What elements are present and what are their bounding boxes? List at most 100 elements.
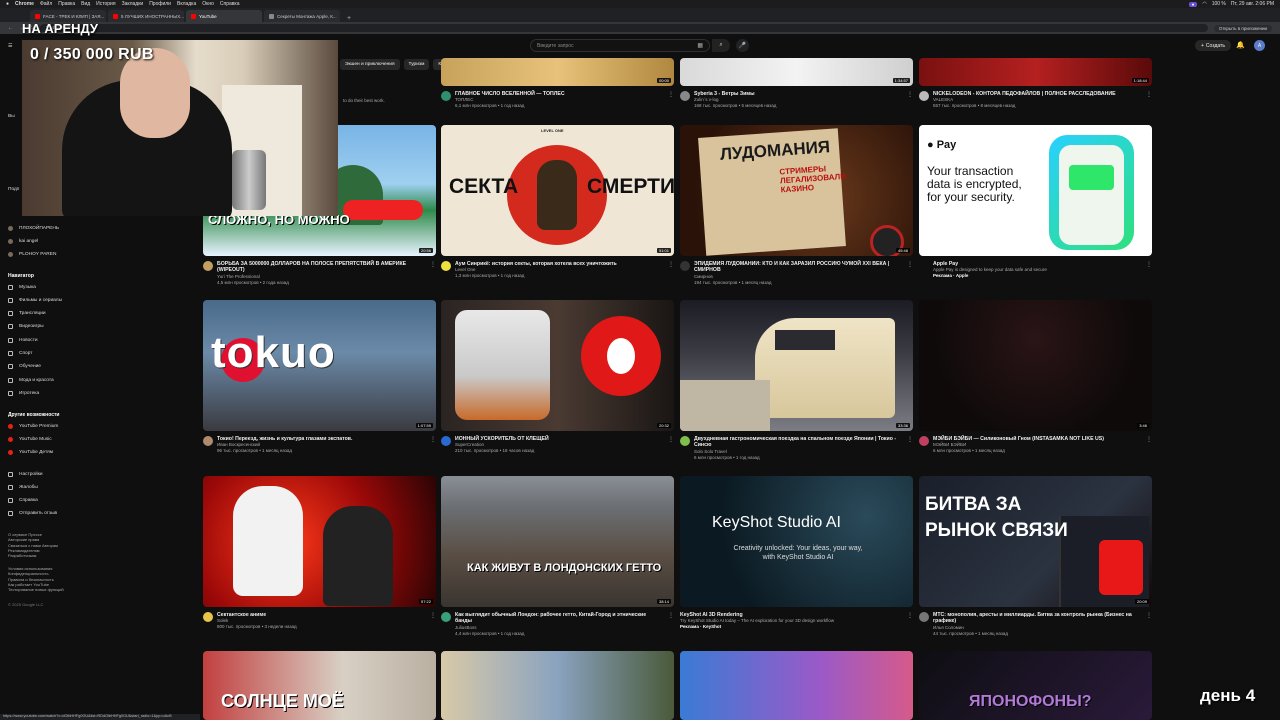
chip[interactable]: Туризм bbox=[403, 59, 430, 70]
apple-icon[interactable]: ● bbox=[6, 1, 9, 7]
menubar-item[interactable]: Правка bbox=[58, 1, 75, 7]
sidebar-item-movies[interactable]: Фильмы и сериалы bbox=[8, 298, 62, 303]
new-tab-button[interactable]: + bbox=[342, 15, 356, 22]
menubar-clock[interactable]: Пт, 29 авг. 2:06 PM bbox=[1231, 1, 1274, 7]
sidebar-item-reports[interactable]: Жалобы bbox=[8, 485, 38, 490]
more-options-icon[interactable]: ⋮ bbox=[1146, 612, 1152, 619]
menubar-item[interactable]: Окно bbox=[202, 1, 214, 7]
video-card[interactable]: СОЛНЦЕ МОЁ bbox=[203, 651, 436, 720]
video-card[interactable]: КАК ЖИВУТ В ЛОНДОНСКИХ ГЕТТО 38:14 Как в… bbox=[441, 476, 674, 637]
more-options-icon[interactable]: ⋮ bbox=[907, 91, 913, 98]
sidebar-item-kids[interactable]: YouTube Детям bbox=[8, 450, 53, 455]
ad-thumbnail[interactable]: ● Pay Your transaction data is encrypted… bbox=[919, 125, 1152, 256]
ad-card[interactable]: KeyShot Studio AI Creativity unlocked: Y… bbox=[680, 476, 913, 630]
video-thumbnail[interactable]: СЕКТА СМЕРТИ LEVEL ONE 51:01 bbox=[441, 125, 674, 256]
video-title[interactable]: Как выглядит обычный Лондон: рабочее гет… bbox=[455, 612, 674, 625]
chip[interactable]: Экшен и приключения bbox=[340, 59, 400, 70]
channel-avatar[interactable] bbox=[203, 436, 213, 446]
search-button[interactable]: ⌕ bbox=[712, 39, 730, 52]
video-card[interactable]: ЛУДОМАНИЯ СТРИМЕРЫ ЛЕГАЛИЗОВАЛИ КАЗИНО 4… bbox=[680, 125, 913, 286]
channel-avatar[interactable] bbox=[441, 261, 451, 271]
video-thumbnail[interactable]: 1:34:57 bbox=[680, 58, 913, 86]
menubar-item[interactable]: Закладки bbox=[122, 1, 144, 7]
record-indicator-icon[interactable]: ● bbox=[1188, 1, 1198, 7]
more-options-icon[interactable]: ⋮ bbox=[430, 261, 436, 268]
sidebar-sub-item[interactable]: kai angel bbox=[8, 239, 38, 244]
channel-avatar[interactable] bbox=[203, 612, 213, 622]
wifi-icon[interactable]: ◠ bbox=[1202, 1, 1206, 7]
channel-avatar[interactable] bbox=[919, 91, 929, 101]
menubar-item[interactable]: Вкладка bbox=[177, 1, 196, 7]
menubar-item[interactable]: Файл bbox=[40, 1, 52, 7]
video-thumbnail[interactable]: ЛУДОМАНИЯ СТРИМЕРЫ ЛЕГАЛИЗОВАЛИ КАЗИНО 4… bbox=[680, 125, 913, 256]
sidebar-item-fashion[interactable]: Мода и красота bbox=[8, 378, 54, 383]
sidebar-sub-item[interactable]: PLOHOY PAREN bbox=[8, 252, 56, 257]
sidebar-item-music[interactable]: Музыка bbox=[8, 285, 36, 290]
keyboard-icon[interactable]: ▦ bbox=[697, 42, 703, 49]
video-thumbnail[interactable] bbox=[680, 651, 913, 720]
sidebar-item-settings[interactable]: Настройки bbox=[8, 472, 43, 477]
video-card[interactable] bbox=[680, 651, 913, 720]
channel-avatar[interactable] bbox=[680, 261, 690, 271]
video-thumbnail[interactable]: БИТВА ЗА РЫНОК СВЯЗИ 20:09 bbox=[919, 476, 1152, 607]
video-thumbnail[interactable]: tokuo 1:07:59 bbox=[203, 300, 436, 431]
ad-card[interactable]: ● Pay Your transaction data is encrypted… bbox=[919, 125, 1152, 279]
create-button[interactable]: + Создать bbox=[1195, 40, 1231, 51]
more-options-icon[interactable]: ⋮ bbox=[668, 436, 674, 443]
sidebar-item-gaming[interactable]: Видеоигры bbox=[8, 324, 44, 329]
video-thumbnail[interactable] bbox=[441, 651, 674, 720]
menubar-item[interactable]: Справка bbox=[220, 1, 240, 7]
browser-tab[interactable]: Секреты Монтажа Apple, К... bbox=[264, 10, 340, 22]
more-options-icon[interactable]: ⋮ bbox=[430, 612, 436, 619]
back-icon[interactable]: ← bbox=[8, 25, 13, 31]
video-thumbnail[interactable]: 20:32 bbox=[441, 300, 674, 431]
more-options-icon[interactable]: ⋮ bbox=[907, 261, 913, 268]
channel-avatar[interactable] bbox=[680, 436, 690, 446]
search-input[interactable]: Введите запрос ▦ bbox=[530, 39, 710, 52]
video-card[interactable]: 3:46 МЭЙБИ БЭЙБИ — Силиконовый Гном (INS… bbox=[919, 300, 1152, 454]
voice-search-button[interactable]: 🎤 bbox=[736, 39, 749, 52]
sidebar-item-help[interactable]: Справка bbox=[8, 498, 38, 503]
battery-label[interactable]: 100 % bbox=[1212, 1, 1226, 7]
channel-avatar[interactable] bbox=[441, 612, 451, 622]
video-card[interactable]: 1:18:44 NICKELODEON - КОНТОРА ПЕДОФАЙЛОВ… bbox=[919, 58, 1152, 109]
ad-thumbnail[interactable]: KeyShot Studio AI Creativity unlocked: Y… bbox=[680, 476, 913, 607]
notifications-bell-icon[interactable]: 🔔 bbox=[1236, 41, 1245, 49]
video-card[interactable]: tokuo 1:07:59 Токио! Переезд, жизнь и ку… bbox=[203, 300, 436, 454]
more-options-icon[interactable]: ⋮ bbox=[907, 436, 913, 443]
menubar-item[interactable]: История bbox=[96, 1, 115, 7]
more-options-icon[interactable]: ⋮ bbox=[1146, 436, 1152, 443]
url-field[interactable]: youtube.com bbox=[40, 24, 1208, 32]
open-in-app-button[interactable]: Открыть в приложении bbox=[1213, 24, 1272, 32]
sidebar-item-feedback[interactable]: Отправить отзыв bbox=[8, 511, 57, 516]
more-options-icon[interactable]: ⋮ bbox=[907, 612, 913, 619]
sidebar-item-music-app[interactable]: YouTube Music bbox=[8, 437, 52, 442]
sidebar-item-live[interactable]: Трансляции bbox=[8, 311, 46, 316]
video-title[interactable]: Двухдневная гастрономическая поездка на … bbox=[694, 436, 913, 449]
menubar-item[interactable]: Профили bbox=[149, 1, 171, 7]
browser-tab[interactable]: 5 ЛУЧШИХ ИНОСТРАННЫХ... bbox=[108, 10, 184, 22]
video-title[interactable]: МТС: монополия, аресты и миллиарды. Битв… bbox=[933, 612, 1152, 625]
menubar-item[interactable]: Вид bbox=[81, 1, 90, 7]
video-card[interactable]: ЯПОНОФОНЫ? bbox=[919, 651, 1152, 720]
sidebar-item-playables[interactable]: Игротека bbox=[8, 391, 39, 396]
video-thumbnail[interactable]: 3:46 bbox=[919, 300, 1152, 431]
channel-avatar[interactable] bbox=[919, 612, 929, 622]
footer-link[interactable]: Тестирование новых функций bbox=[8, 587, 78, 592]
sidebar-sub-item[interactable]: ПЛОХОЙПАРЕНЬ bbox=[8, 226, 59, 231]
more-options-icon[interactable]: ⋮ bbox=[668, 612, 674, 619]
sidebar-item-news[interactable]: Новости bbox=[8, 338, 38, 343]
video-card[interactable]: БИТВА ЗА РЫНОК СВЯЗИ 20:09 МТС: монополи… bbox=[919, 476, 1152, 637]
video-card[interactable]: 33:36 Двухдневная гастрономическая поезд… bbox=[680, 300, 913, 461]
video-card[interactable]: 20:32 ИОННЫЙ УСКОРИТЕЛЬ ОТ КЛЕЩЕЙ SuperC… bbox=[441, 300, 674, 454]
video-thumbnail[interactable]: 00:00 bbox=[441, 58, 674, 86]
channel-avatar[interactable] bbox=[919, 436, 929, 446]
more-options-icon[interactable]: ⋮ bbox=[430, 436, 436, 443]
video-thumbnail[interactable]: 1:18:44 bbox=[919, 58, 1152, 86]
video-title[interactable]: БОРЬБА ЗА 5000000 ДОЛЛАРОВ НА ПОЛОСЕ ПРЕ… bbox=[217, 261, 436, 274]
video-thumbnail[interactable]: 57:22 bbox=[203, 476, 436, 607]
menubar-app-name[interactable]: Chrome bbox=[15, 1, 34, 7]
more-options-icon[interactable]: ⋮ bbox=[668, 91, 674, 98]
sidebar-item-sports[interactable]: Спорт bbox=[8, 351, 33, 356]
video-thumbnail[interactable]: КАК ЖИВУТ В ЛОНДОНСКИХ ГЕТТО 38:14 bbox=[441, 476, 674, 607]
